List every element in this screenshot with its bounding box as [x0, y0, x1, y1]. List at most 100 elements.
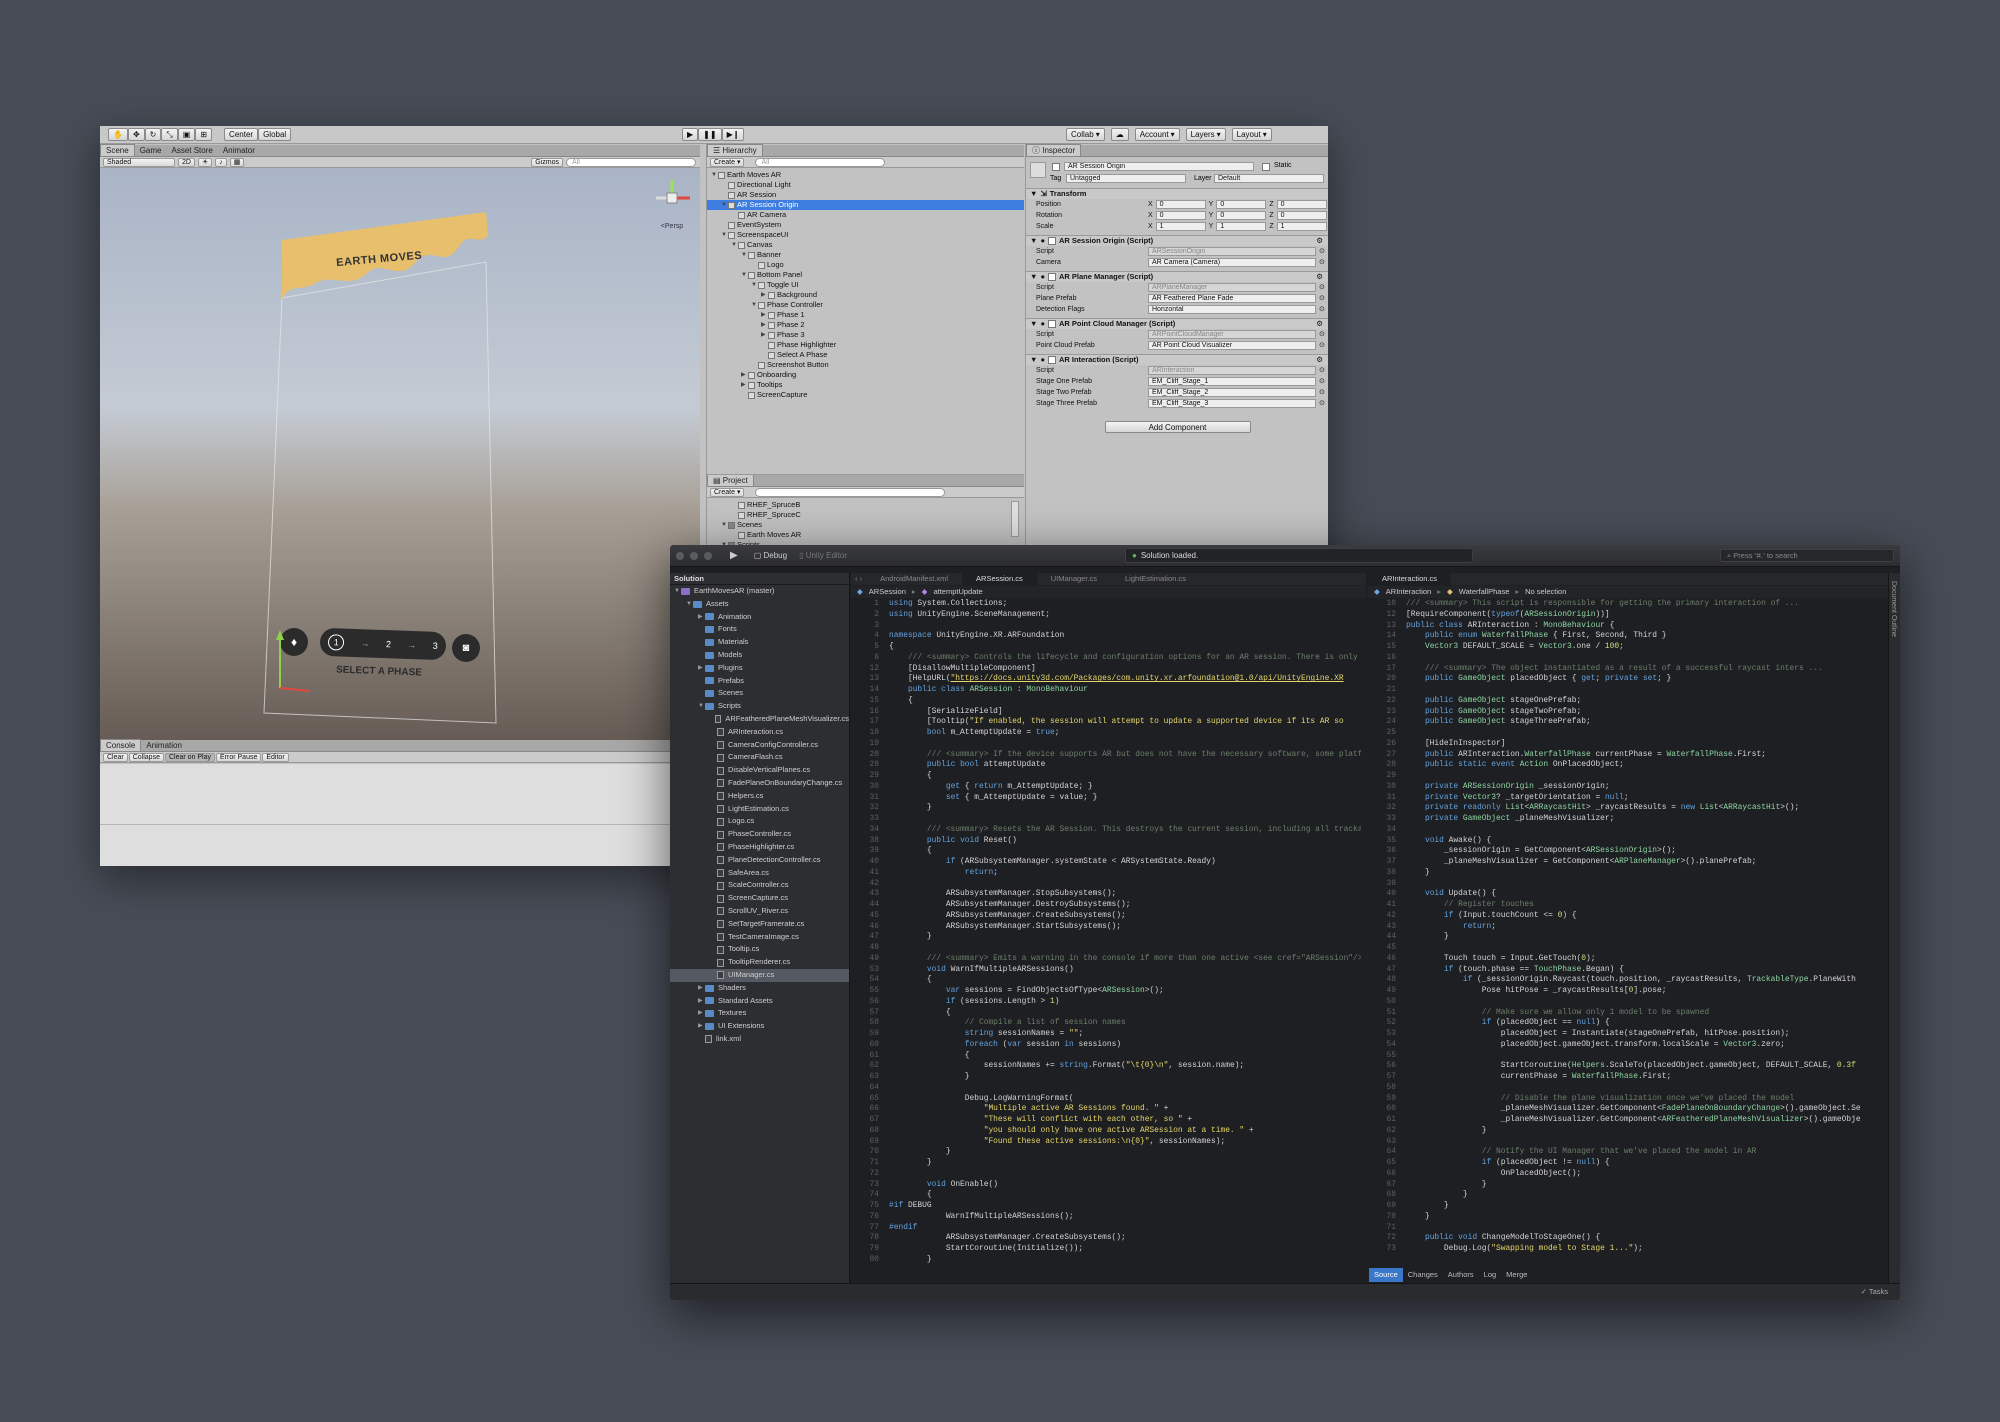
- expand-arrow-icon[interactable]: ▶: [698, 1020, 705, 1033]
- tab-animation[interactable]: Animation: [141, 740, 187, 751]
- scale-tool-icon[interactable]: ⤡: [161, 128, 178, 141]
- object-picker-icon[interactable]: ⊙: [1319, 376, 1325, 387]
- tab-project[interactable]: ▤ Project: [707, 475, 754, 486]
- hierarchy-item[interactable]: Phase Highlighter: [707, 340, 1024, 350]
- hierarchy-item[interactable]: ▼ Canvas: [707, 240, 1024, 250]
- axis-y-field[interactable]: 0: [1216, 200, 1267, 209]
- component-settings-icon[interactable]: ⚙: [1316, 355, 1323, 365]
- console-clear-on-play-button[interactable]: Clear on Play: [164, 752, 216, 762]
- vc-tab[interactable]: Changes: [1403, 1268, 1443, 1282]
- tasks-button[interactable]: ✓ Tasks: [1861, 1287, 1888, 1296]
- foldout-arrow-icon[interactable]: ▶: [761, 290, 768, 300]
- solution-folder-item[interactable]: ▶ Shaders: [670, 982, 849, 995]
- foldout-arrow-icon[interactable]: ▶: [741, 380, 748, 390]
- project-search-input[interactable]: [755, 487, 946, 497]
- foldout-arrow-icon[interactable]: ▼: [721, 230, 728, 240]
- axis-x-field[interactable]: 1: [1155, 222, 1206, 231]
- solution-file-item[interactable]: CameraFlash.cs: [670, 751, 849, 764]
- axis-z-field[interactable]: 1: [1276, 222, 1327, 231]
- solution-folder-item[interactable]: ▶ Plugins: [670, 662, 849, 675]
- phase-1-button[interactable]: 1: [327, 634, 345, 651]
- expand-arrow-icon[interactable]: ▶: [698, 662, 705, 675]
- solution-folder-item[interactable]: Scenes: [670, 687, 849, 700]
- solution-folder-item[interactable]: ▶ Animation: [670, 611, 849, 624]
- layer-dropdown[interactable]: Default: [1214, 174, 1324, 183]
- phase-3-button[interactable]: 3: [433, 641, 438, 651]
- transform-tool-icon[interactable]: ⊞: [195, 128, 213, 141]
- zoom-window-icon[interactable]: [704, 551, 712, 560]
- scene-view[interactable]: EARTH MOVES <Persp ♦ 1 → 2 → 3 ◙ SELECT …: [100, 168, 700, 740]
- step-button[interactable]: ▶❙: [721, 128, 745, 141]
- tag-dropdown[interactable]: Untagged: [1066, 174, 1186, 183]
- active-checkbox[interactable]: [1052, 163, 1060, 171]
- phase-2-button[interactable]: 2: [386, 639, 391, 649]
- hierarchy-item[interactable]: AR Session: [707, 190, 1024, 200]
- axis-x-field[interactable]: 0: [1155, 211, 1206, 220]
- solution-file-item[interactable]: Logo.cs: [670, 815, 849, 828]
- foldout-arrow-icon[interactable]: ▼: [721, 200, 728, 210]
- lighting-toggle-icon[interactable]: ☀: [197, 157, 213, 167]
- run-button[interactable]: ▶: [730, 550, 738, 561]
- tab-back-icon[interactable]: ‹ ›: [851, 573, 866, 585]
- project-item[interactable]: RHEF_SpruceB: [707, 500, 1007, 510]
- left-code-editor[interactable]: 1 using System.Collections; 2 using UnityEn…: [851, 599, 1361, 1267]
- hierarchy-item[interactable]: ▶ Phase 2: [707, 320, 1024, 330]
- tab-arinteraction[interactable]: ARInteraction.cs: [1368, 573, 1452, 585]
- scene-gizmo[interactable]: <Persp: [652, 178, 692, 230]
- solution-file-item[interactable]: ScrollUV_River.cs: [670, 905, 849, 918]
- solution-file-item[interactable]: Tooltip.cs: [670, 943, 849, 956]
- foldout-arrow-icon[interactable]: ▼: [741, 250, 748, 260]
- solution-file-item[interactable]: PhaseController.cs: [670, 828, 849, 841]
- object-picker-icon[interactable]: ⊙: [1319, 282, 1325, 293]
- move-handle-gizmo[interactable]: [250, 628, 310, 728]
- solution-folder-item[interactable]: Materials: [670, 636, 849, 649]
- crumb-class[interactable]: ARInteraction: [1386, 586, 1431, 598]
- solution-folder-item[interactable]: Models: [670, 649, 849, 662]
- solution-folder-item[interactable]: ▶ Standard Assets: [670, 995, 849, 1008]
- axis-y-field[interactable]: 0: [1216, 211, 1267, 220]
- tab-scene[interactable]: Scene: [100, 144, 135, 156]
- hand-tool-icon[interactable]: ✋: [108, 128, 128, 141]
- foldout-arrow-icon[interactable]: ▼: [721, 520, 728, 530]
- property-field[interactable]: AR Camera (Camera): [1148, 258, 1316, 267]
- hierarchy-item[interactable]: EventSystem: [707, 220, 1024, 230]
- cloud-icon[interactable]: ☁: [1110, 128, 1129, 141]
- component-enabled-checkbox[interactable]: [1047, 237, 1056, 245]
- hierarchy-item[interactable]: ▼ Earth Moves AR: [707, 170, 1024, 180]
- editor-tab[interactable]: AndroidManifest.xml: [866, 573, 962, 585]
- vc-tab[interactable]: Authors: [1443, 1268, 1479, 1282]
- hierarchy-item[interactable]: ScreenCapture: [707, 390, 1024, 400]
- component-header[interactable]: ▼ ● AR Plane Manager (Script) ⚙: [1026, 271, 1328, 282]
- vc-tab[interactable]: Source: [1369, 1268, 1403, 1282]
- console-error-pause-button[interactable]: Error Pause: [216, 752, 262, 762]
- transform-header[interactable]: ▼ ⇲ Transform: [1026, 188, 1328, 199]
- solution-folder-item[interactable]: ▶ UI Extensions: [670, 1020, 849, 1033]
- object-picker-icon[interactable]: ⊙: [1319, 304, 1325, 315]
- component-settings-icon[interactable]: ⚙: [1316, 272, 1323, 282]
- solution-file-item[interactable]: SetTargetFramerate.cs: [670, 918, 849, 931]
- vc-tab[interactable]: Log: [1479, 1268, 1502, 1282]
- hierarchy-item[interactable]: AR Camera: [707, 210, 1024, 220]
- tab-hierarchy[interactable]: ☰ Hierarchy: [707, 144, 763, 156]
- hierarchy-item[interactable]: ▶ Onboarding: [707, 370, 1024, 380]
- object-picker-icon[interactable]: ⊙: [1319, 293, 1325, 304]
- property-field[interactable]: EM_Cliff_Stage_3: [1148, 399, 1316, 408]
- hierarchy-item[interactable]: ▶ Background: [707, 290, 1024, 300]
- property-field[interactable]: AR Point Cloud Visualizer: [1148, 341, 1316, 350]
- hierarchy-item[interactable]: Logo: [707, 260, 1024, 270]
- move-tool-icon[interactable]: ✥: [127, 128, 145, 141]
- hierarchy-item[interactable]: ▶ Phase 1: [707, 310, 1024, 320]
- tab-console[interactable]: Console: [100, 739, 142, 751]
- axis-z-field[interactable]: 0: [1276, 200, 1327, 209]
- project-item[interactable]: Earth Moves AR: [707, 530, 1007, 540]
- solution-file-item[interactable]: ScreenCapture.cs: [670, 892, 849, 905]
- object-name-field[interactable]: AR Session Origin: [1064, 162, 1254, 171]
- object-picker-icon[interactable]: ⊙: [1319, 257, 1325, 268]
- foldout-arrow-icon[interactable]: ▼: [741, 270, 748, 280]
- crumb-member[interactable]: attemptUpdate: [933, 586, 982, 598]
- console-collapse-button[interactable]: Collapse: [128, 752, 164, 762]
- object-picker-icon[interactable]: ⊙: [1319, 340, 1325, 351]
- hierarchy-item[interactable]: ▼ Banner: [707, 250, 1024, 260]
- axis-x-field[interactable]: 0: [1155, 200, 1206, 209]
- solution-folder-item[interactable]: ▶ Textures: [670, 1007, 849, 1020]
